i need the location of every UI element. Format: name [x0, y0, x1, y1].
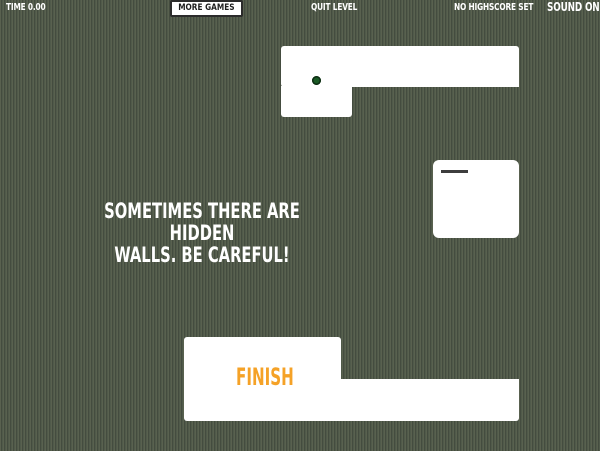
time-display: TIME 0.00	[6, 2, 46, 13]
highscore-display: NO HIGHSCORE SET	[454, 2, 534, 13]
more-games-button[interactable]: MORE GAMES	[170, 0, 243, 17]
finish-label: FINISH	[236, 363, 294, 391]
start-path-drop[interactable]	[281, 86, 352, 117]
level-hint-text: SOMETIMES THERE ARE HIDDEN WALLS. BE CAR…	[104, 199, 300, 267]
finish-path-segment[interactable]	[184, 379, 519, 421]
sound-toggle[interactable]: SOUND ON	[547, 0, 600, 14]
more-games-label: MORE GAMES	[178, 3, 235, 13]
quit-level-button[interactable]: QUIT LEVEL	[311, 1, 357, 15]
player-ball-icon[interactable]	[312, 76, 321, 85]
hidden-wall-marker	[441, 170, 468, 173]
game-screen: { "hud": { "time": "TIME 0.00", "more_ga…	[0, 0, 600, 451]
